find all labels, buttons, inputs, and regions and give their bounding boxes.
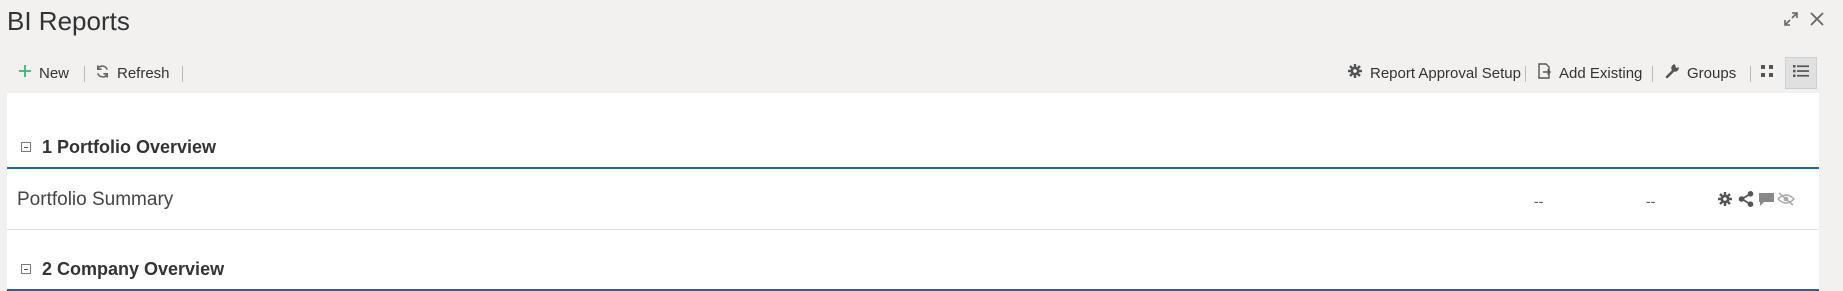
list-icon bbox=[1793, 64, 1809, 82]
collapse-icon[interactable] bbox=[21, 264, 31, 274]
group-label: 1 Portfolio Overview bbox=[42, 136, 217, 157]
refresh-button[interactable]: Refresh bbox=[95, 56, 170, 90]
toolbar: New Refresh Report Approval Setup Add Ex… bbox=[0, 56, 1843, 90]
new-button[interactable]: New bbox=[18, 56, 69, 90]
add-existing-button[interactable]: Add Existing bbox=[1537, 56, 1642, 90]
report-column-value: -- bbox=[1534, 193, 1544, 209]
report-row[interactable]: Portfolio Summary -- -- bbox=[7, 169, 1819, 230]
group-header[interactable]: 1 Portfolio Overview bbox=[7, 127, 1819, 169]
toolbar-divider bbox=[1652, 66, 1653, 82]
refresh-icon bbox=[95, 64, 110, 83]
collapse-icon[interactable] bbox=[21, 142, 31, 152]
list-view-button[interactable] bbox=[1785, 57, 1817, 89]
plus-icon bbox=[18, 64, 32, 82]
new-button-label: New bbox=[39, 64, 70, 82]
report-name[interactable]: Portfolio Summary bbox=[17, 189, 173, 211]
page-title: BI Reports bbox=[7, 6, 130, 36]
comment-icon[interactable] bbox=[1756, 190, 1776, 208]
grid-icon bbox=[1760, 64, 1774, 82]
share-icon[interactable] bbox=[1736, 190, 1756, 208]
toolbar-divider bbox=[182, 66, 183, 82]
title-bar: BI Reports bbox=[0, 0, 1843, 50]
gear-icon[interactable] bbox=[1715, 190, 1735, 208]
add-existing-label: Add Existing bbox=[1559, 64, 1643, 82]
group-label: 2 Company Overview bbox=[42, 258, 225, 279]
reports-list: 1 Portfolio Overview Portfolio Summary -… bbox=[7, 93, 1819, 291]
group-header[interactable]: 2 Company Overview bbox=[7, 249, 1819, 291]
report-column-value: -- bbox=[1646, 193, 1656, 209]
close-icon[interactable] bbox=[1806, 8, 1828, 30]
report-approval-setup-button[interactable]: Report Approval Setup bbox=[1347, 56, 1521, 90]
wrench-icon bbox=[1664, 63, 1680, 83]
groups-label: Groups bbox=[1687, 64, 1737, 82]
expand-icon[interactable] bbox=[1780, 8, 1802, 30]
toolbar-divider bbox=[1750, 66, 1751, 82]
gear-icon bbox=[1347, 63, 1363, 83]
toolbar-divider bbox=[84, 66, 85, 82]
refresh-button-label: Refresh bbox=[117, 64, 170, 82]
toolbar-divider bbox=[1525, 66, 1526, 82]
report-approval-setup-label: Report Approval Setup bbox=[1370, 64, 1521, 82]
file-import-icon bbox=[1537, 63, 1552, 83]
tile-view-button[interactable] bbox=[1752, 57, 1782, 89]
eye-slash-icon[interactable] bbox=[1776, 190, 1796, 208]
groups-button[interactable]: Groups bbox=[1664, 56, 1736, 90]
